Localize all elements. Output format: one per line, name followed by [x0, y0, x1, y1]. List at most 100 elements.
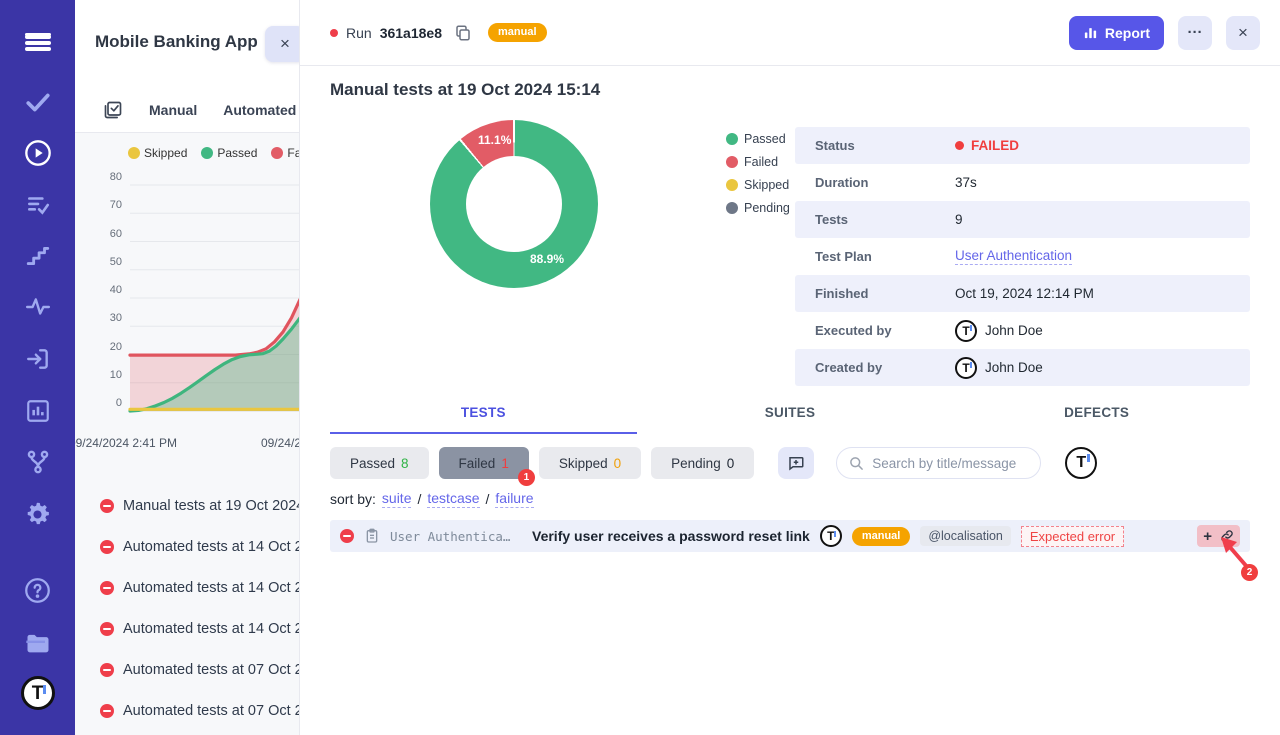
run-list-item[interactable]: Manual tests at 19 Oct 2024	[75, 485, 300, 526]
test-title[interactable]: Verify user receives a password reset li…	[532, 528, 810, 544]
failed-status-icon	[100, 540, 114, 554]
user-avatar: T	[955, 320, 977, 342]
skipped-dot	[128, 147, 140, 159]
filter-bar: Passed8 Failed11 Skipped0 Pending0 T	[330, 447, 1250, 479]
sort-bar: sort by: suite / testcase / failure	[330, 490, 534, 508]
run-list-item[interactable]: Automated tests at 14 Oct 2	[75, 567, 300, 608]
failed-status-icon	[340, 529, 354, 543]
checklist-icon[interactable]	[0, 192, 75, 218]
runs-play-icon[interactable]	[0, 139, 75, 167]
annotation-badge: 2	[1241, 564, 1258, 581]
test-tag[interactable]: @localisation	[920, 526, 1011, 546]
failed-dot	[726, 156, 738, 168]
trend-x-axis: 09/24/2024 2:41 PM 09/24/2024 2:54 PM	[75, 436, 300, 454]
page-title: Manual tests at 19 Oct 2024 15:14	[330, 80, 600, 100]
sign-in-icon[interactable]	[0, 346, 75, 372]
result-tabs: TESTS SUITES DEFECTS	[330, 405, 1250, 434]
user-avatar: T	[955, 357, 977, 379]
failed-status-icon	[100, 499, 114, 513]
close-button[interactable]: ×	[1226, 16, 1260, 50]
sort-label: sort by:	[330, 491, 376, 507]
run-detail: Run 361a18e8 manual Report ··· × Manual …	[300, 0, 1280, 735]
runs-board-icon	[103, 100, 123, 120]
report-button[interactable]: Report	[1069, 16, 1164, 50]
run-header: Run 361a18e8 manual	[330, 23, 547, 42]
trend-plot	[130, 185, 300, 411]
tab-suites[interactable]: SUITES	[637, 405, 944, 434]
branch-icon[interactable]	[0, 449, 75, 475]
pending-dot	[726, 202, 738, 214]
status-failed: FAILED	[955, 138, 1019, 153]
skipped-dot	[726, 179, 738, 191]
donut-failed-label: 11.1%	[478, 133, 511, 147]
sort-by-suite[interactable]: suite	[382, 490, 412, 508]
app-root: T Mobile Banking App × Manual Automated …	[0, 0, 1280, 735]
search-box	[836, 447, 1041, 479]
settings-gear-icon[interactable]	[0, 501, 75, 528]
run-topbar: Run 361a18e8 manual Report ··· ×	[300, 0, 1280, 66]
failed-status-icon	[100, 704, 114, 718]
detail-row-testplan: Test Plan User Authentication	[795, 238, 1250, 275]
sort-by-failure[interactable]: failure	[495, 490, 533, 508]
donut-passed-label: 88.9%	[530, 252, 564, 266]
more-button[interactable]: ···	[1178, 16, 1212, 50]
panel-collapse-button[interactable]: ×	[265, 26, 300, 62]
add-comment-button[interactable]	[778, 447, 814, 479]
legend-failed: Failed	[287, 146, 300, 160]
sort-by-testcase[interactable]: testcase	[427, 490, 479, 508]
run-list-item[interactable]: Automated tests at 14 Oct 2	[75, 608, 300, 649]
comment-plus-icon	[787, 454, 805, 472]
filter-pending[interactable]: Pending0	[651, 447, 754, 479]
trend-legend: Skipped Passed Failed	[128, 146, 300, 160]
sidebar: T	[0, 0, 75, 735]
filter-passed[interactable]: Passed8	[330, 447, 429, 479]
test-result-row[interactable]: User Authentica… Verify user receives a …	[330, 520, 1250, 552]
filter-skipped[interactable]: Skipped0	[539, 447, 641, 479]
add-issue-button[interactable]: +	[1203, 529, 1212, 544]
tab-tests[interactable]: TESTS	[330, 405, 637, 434]
suite-name: User Authentica…	[390, 529, 522, 544]
search-icon	[849, 456, 864, 471]
run-status-dot	[330, 29, 338, 37]
failed-count-badge: 1	[518, 469, 535, 486]
panel-tabs: Manual Automated	[75, 100, 300, 120]
tab-automated[interactable]: Automated	[223, 102, 296, 118]
help-icon[interactable]	[0, 577, 75, 604]
filter-failed[interactable]: Failed11	[439, 447, 529, 479]
detail-row-created-by: Created by TJohn Doe	[795, 349, 1250, 386]
trend-y-axis: 01020304050607080	[75, 178, 122, 411]
menu-icon[interactable]	[0, 30, 75, 39]
expected-error-badge[interactable]: Expected error	[1021, 526, 1124, 547]
detail-row-finished: Finished Oct 19, 2024 12:14 PM	[795, 275, 1250, 312]
run-details-table: Status FAILED Duration 37s Tests 9 Test …	[795, 127, 1250, 386]
search-input[interactable]	[872, 456, 1028, 471]
run-list: Manual tests at 19 Oct 2024 Automated te…	[75, 485, 300, 731]
activity-icon[interactable]	[0, 294, 75, 320]
failed-dot	[271, 147, 283, 159]
test-plan-link[interactable]: User Authentication	[955, 248, 1072, 265]
detail-row-executed-by: Executed by TJohn Doe	[795, 312, 1250, 349]
topbar-actions: Report ··· ×	[1069, 16, 1260, 50]
tests-check-icon[interactable]	[0, 89, 75, 115]
project-panel: Mobile Banking App × Manual Automated Sk…	[75, 0, 300, 735]
tab-defects[interactable]: DEFECTS	[943, 405, 1250, 434]
detail-row-duration: Duration 37s	[795, 164, 1250, 201]
steps-icon[interactable]	[0, 243, 75, 269]
run-id: 361a18e8	[380, 25, 442, 41]
run-label: Run	[346, 25, 372, 41]
run-list-item[interactable]: Automated tests at 07 Oct 2	[75, 649, 300, 690]
assignee-avatar[interactable]: T	[1065, 447, 1097, 479]
projects-folder-icon[interactable]	[0, 629, 75, 657]
assignee-avatar: T	[820, 525, 842, 547]
failed-status-icon	[100, 663, 114, 677]
legend-passed: Passed	[217, 146, 257, 160]
run-list-item[interactable]: Automated tests at 07 Oct 2	[75, 690, 300, 731]
report-chart-icon[interactable]	[0, 398, 75, 424]
tab-manual[interactable]: Manual	[149, 102, 197, 118]
testomat-logo[interactable]: T	[0, 676, 75, 710]
result-donut-chart: 11.1% 88.9%	[430, 120, 598, 288]
copy-icon[interactable]	[454, 24, 472, 42]
clipboard-icon	[364, 528, 380, 544]
run-list-item[interactable]: Automated tests at 14 Oct 2	[75, 526, 300, 567]
trend-chart-area: Skipped Passed Failed 01020304050607080 …	[75, 133, 300, 735]
